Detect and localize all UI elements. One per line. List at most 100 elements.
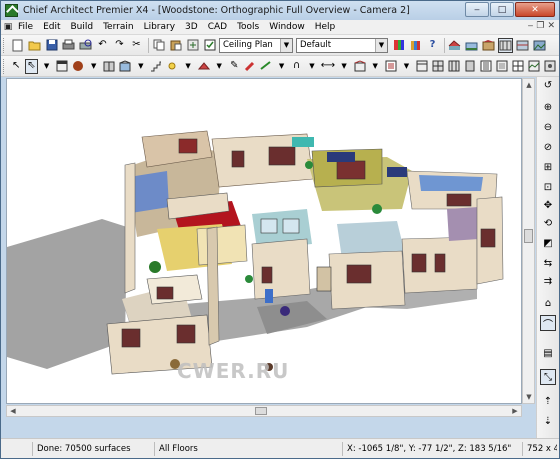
checkbox-icon[interactable] bbox=[202, 38, 217, 53]
menu-cad[interactable]: CAD bbox=[203, 20, 232, 35]
text-tool-icon[interactable] bbox=[384, 59, 398, 74]
render-view-icon[interactable] bbox=[532, 38, 547, 53]
horizontal-scrollbar[interactable]: ◀ ▶ bbox=[6, 405, 522, 417]
scroll-left-icon[interactable]: ◀ bbox=[8, 406, 18, 416]
3d-overview-canvas[interactable]: CWER.RU bbox=[6, 78, 522, 404]
elevation-grid-icon[interactable] bbox=[511, 59, 525, 74]
zoom-icon[interactable]: ⊕ bbox=[540, 99, 556, 115]
scroll-up-icon[interactable]: ▲ bbox=[524, 80, 534, 90]
dropdown-arrow-icon[interactable]: ▼ bbox=[40, 59, 53, 74]
dropdown-arrow-icon[interactable]: ▼ bbox=[275, 59, 288, 74]
plan-footprint-icon[interactable] bbox=[495, 59, 509, 74]
help-icon[interactable]: ? bbox=[425, 38, 440, 53]
fill-window-icon[interactable]: ⊞ bbox=[540, 159, 556, 175]
terrain-icon[interactable] bbox=[527, 59, 541, 74]
move-up-icon[interactable]: ⇡ bbox=[540, 393, 556, 409]
vertical-scroll-thumb[interactable] bbox=[524, 229, 533, 243]
cross-section-icon[interactable] bbox=[515, 38, 530, 53]
menu-window[interactable]: Window bbox=[264, 20, 310, 35]
dropdown-arrow-icon[interactable]: ▼ bbox=[181, 59, 194, 74]
copy-icon[interactable] bbox=[151, 38, 166, 53]
layout-icon[interactable] bbox=[415, 59, 429, 74]
layer-set-select[interactable]: Ceiling Plan ▼ bbox=[219, 37, 293, 53]
stairs-tool-icon[interactable] bbox=[149, 59, 163, 74]
maximize-button[interactable]: □ bbox=[490, 2, 514, 17]
dropdown-arrow-icon[interactable]: ▼ bbox=[305, 59, 318, 74]
scroll-right-icon[interactable]: ▶ bbox=[510, 406, 520, 416]
fill-window-building-icon[interactable]: ⊡ bbox=[540, 179, 556, 195]
vertical-scrollbar[interactable]: ▲ ▼ bbox=[522, 78, 535, 404]
reference-display-icon[interactable] bbox=[543, 59, 557, 74]
copy-paste-icon[interactable] bbox=[185, 38, 200, 53]
print-icon[interactable] bbox=[61, 38, 76, 53]
menu-library[interactable]: Library bbox=[139, 20, 180, 35]
undo-icon[interactable]: ↶ bbox=[95, 38, 110, 53]
orbit-icon[interactable]: ⟲ bbox=[540, 215, 556, 231]
menu-edit[interactable]: Edit bbox=[38, 20, 65, 35]
cabinet-schedule-icon[interactable] bbox=[447, 59, 461, 74]
dropdown-arrow-icon[interactable]: ▼ bbox=[369, 59, 382, 74]
cut-icon[interactable]: ✂ bbox=[129, 38, 144, 53]
door-schedule-icon[interactable] bbox=[463, 59, 477, 74]
menu-tools[interactable]: Tools bbox=[232, 20, 264, 35]
floor-up-icon[interactable]: ⌂ bbox=[540, 295, 556, 311]
menu-help[interactable]: Help bbox=[310, 20, 341, 35]
undo-zoom-icon[interactable]: ⊘ bbox=[540, 139, 556, 155]
document-icon[interactable]: ▣ bbox=[3, 21, 13, 34]
walkthrough-icon[interactable]: ⇆ bbox=[540, 255, 556, 271]
lighting-tool-icon[interactable] bbox=[165, 59, 179, 74]
open-folder-icon[interactable] bbox=[27, 38, 42, 53]
mdi-minimize-button[interactable]: ‒ bbox=[528, 21, 534, 31]
close-button[interactable]: ✕ bbox=[515, 2, 555, 17]
horizontal-scroll-thumb[interactable] bbox=[255, 407, 267, 415]
color-palette-icon[interactable] bbox=[391, 38, 406, 53]
arc-tool-icon[interactable]: ∩ bbox=[290, 59, 303, 74]
menu-terrain[interactable]: Terrain bbox=[98, 20, 138, 35]
overview-view-icon[interactable] bbox=[498, 37, 513, 53]
layer-display-icon[interactable]: ▤ bbox=[540, 345, 556, 361]
wall-tool-icon[interactable] bbox=[55, 59, 69, 74]
select-arrow-icon[interactable]: ↖ bbox=[10, 59, 23, 74]
title-bar[interactable]: Chief Architect Premier X4 - [Woodstone:… bbox=[1, 1, 559, 20]
select-objects-icon[interactable]: ⇖ bbox=[24, 58, 38, 74]
paint-brush-icon[interactable] bbox=[243, 59, 257, 74]
cabinet-tool-icon[interactable] bbox=[102, 59, 116, 74]
dropdown-arrow-icon[interactable]: ▼ bbox=[337, 59, 350, 74]
window-schedule-icon[interactable] bbox=[431, 59, 445, 74]
menu-3d[interactable]: 3D bbox=[180, 20, 203, 35]
house-model-render[interactable] bbox=[7, 79, 522, 404]
dropdown-arrow-icon[interactable]: ▼ bbox=[213, 59, 226, 74]
mdi-close-button[interactable]: ✕ bbox=[547, 21, 555, 31]
default-style-select[interactable]: Default ▼ bbox=[296, 37, 388, 53]
roof-tool-icon[interactable] bbox=[197, 59, 211, 74]
pan-icon[interactable]: ✥ bbox=[540, 197, 556, 213]
dropdown-arrow-icon[interactable]: ▼ bbox=[134, 59, 147, 74]
minimize-button[interactable]: ‒ bbox=[465, 2, 489, 17]
display-options-icon[interactable]: ⇉ bbox=[540, 273, 556, 289]
library-icon[interactable] bbox=[408, 38, 423, 53]
toolbar-grip[interactable] bbox=[3, 58, 7, 74]
edit-area-icon[interactable]: ⤡ bbox=[540, 369, 556, 385]
menu-build[interactable]: Build bbox=[66, 20, 99, 35]
new-plan-icon[interactable] bbox=[10, 38, 25, 53]
camera-tool-icon[interactable] bbox=[353, 59, 367, 74]
mdi-restore-button[interactable]: ❐ bbox=[536, 21, 544, 31]
dropdown-arrow-icon[interactable]: ▼ bbox=[87, 59, 100, 74]
undo-view-icon[interactable]: ↺ bbox=[540, 77, 556, 93]
dimension-icon[interactable] bbox=[259, 59, 273, 74]
toolbar-grip[interactable] bbox=[3, 37, 7, 53]
floor-down-icon[interactable]: ⌒ bbox=[540, 315, 556, 331]
redo-icon[interactable]: ↷ bbox=[112, 38, 127, 53]
elevation-view-icon[interactable] bbox=[464, 38, 479, 53]
window-tool-icon[interactable] bbox=[118, 59, 132, 74]
camera-view-icon[interactable] bbox=[481, 38, 496, 53]
paste-icon[interactable] bbox=[168, 38, 183, 53]
material-sphere-icon[interactable] bbox=[71, 59, 85, 74]
floor-plan-view-icon[interactable] bbox=[447, 38, 462, 53]
menu-file[interactable]: File bbox=[13, 20, 38, 35]
camera-move-icon[interactable]: ◩ bbox=[540, 235, 556, 251]
dropdown-arrow-icon[interactable]: ▼ bbox=[400, 59, 413, 74]
print-preview-icon[interactable] bbox=[78, 38, 93, 53]
scroll-down-icon[interactable]: ▼ bbox=[524, 392, 534, 402]
move-down-icon[interactable]: ⇣ bbox=[540, 413, 556, 429]
